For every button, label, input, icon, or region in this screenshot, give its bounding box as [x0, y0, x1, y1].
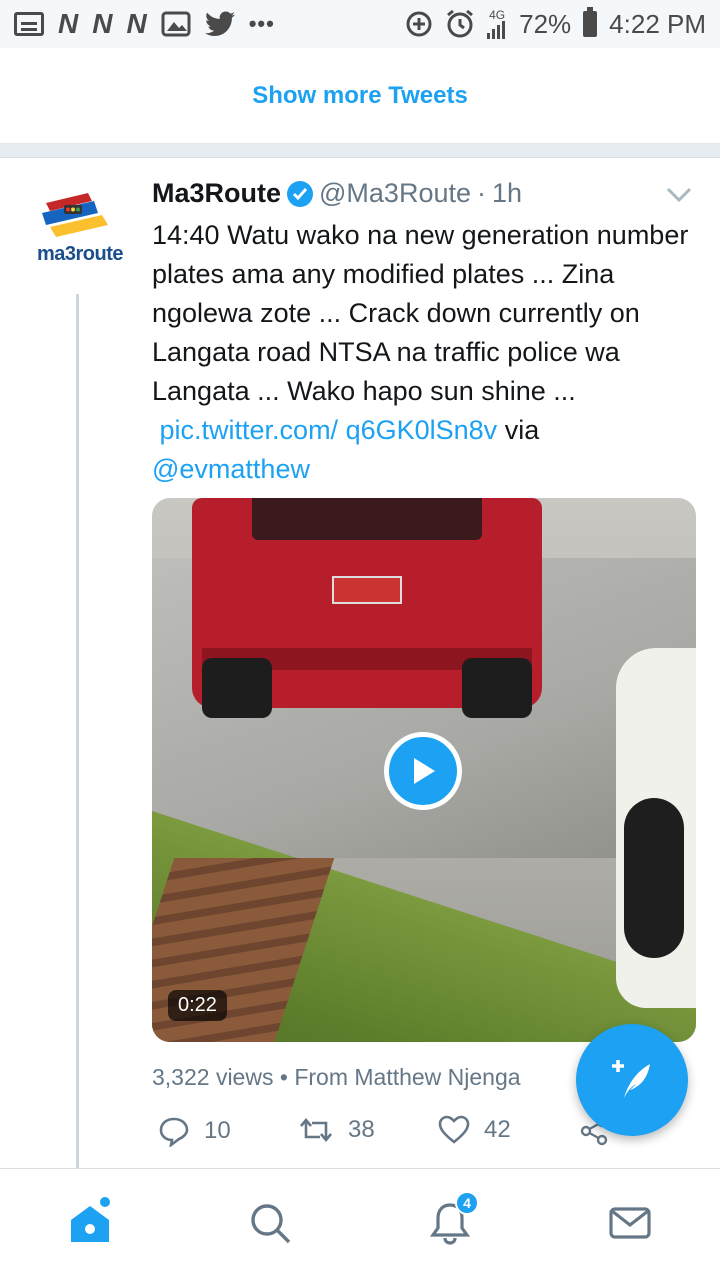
- signal-icon: 4G: [487, 9, 507, 39]
- status-bar: N N N ••• 4G 72% 4:22 PM: [0, 0, 720, 48]
- like-count: 42: [484, 1116, 511, 1143]
- more-dots-icon: •••: [248, 11, 275, 36]
- notifications-badge: 4: [455, 1191, 479, 1215]
- home-new-indicator: [100, 1197, 110, 1207]
- car-wheel: [202, 658, 272, 718]
- retweet-icon: [300, 1117, 332, 1143]
- status-bar-notifications: N N N •••: [14, 10, 275, 38]
- retweet-button[interactable]: 38: [298, 1115, 375, 1145]
- retweet-count: 38: [348, 1116, 375, 1143]
- video-frame-red-car: [192, 498, 542, 718]
- search-icon: [251, 1204, 291, 1244]
- play-icon: [414, 758, 435, 784]
- battery-icon: [583, 7, 598, 37]
- tweet-body: 14:40 Watu wako na new generation number…: [152, 220, 689, 406]
- tweet-actions: 10 38 42: [152, 1115, 622, 1155]
- network-type: 4G: [489, 8, 506, 22]
- home-icon: [71, 1206, 109, 1242]
- media-link-part1: pic.twitter.com/: [159, 415, 339, 445]
- n-icon: N: [58, 8, 79, 39]
- video-frame-white-car: [616, 648, 696, 1008]
- car-wheel: [462, 658, 532, 718]
- thread-line: [76, 294, 79, 1168]
- image-icon: [161, 11, 191, 37]
- compose-tweet-button[interactable]: [576, 1024, 688, 1136]
- heart-icon: [438, 1115, 470, 1144]
- chevron-down-icon[interactable]: [664, 184, 694, 206]
- tweet-media-link[interactable]: pic.twitter.com/ q6GK0lSn8v: [152, 415, 498, 445]
- avatar[interactable]: ma3route: [28, 185, 132, 285]
- verified-badge-icon: [287, 180, 314, 207]
- tweet-timestamp: 1h: [492, 178, 523, 208]
- compose-feather-icon: [612, 1060, 650, 1098]
- car-window: [252, 498, 482, 540]
- car-plate: [332, 576, 402, 604]
- bottom-navigation: 4: [0, 1168, 720, 1280]
- via-mention-link[interactable]: @evmatthew: [152, 454, 310, 484]
- tweet-author-name[interactable]: Ma3Route: [152, 178, 281, 209]
- reply-count: 10: [204, 1117, 231, 1144]
- status-bar-system: 4G 72% 4:22 PM: [405, 7, 706, 40]
- avatar-brand-text: ma3route: [36, 243, 124, 265]
- twitter-bird-icon: [204, 11, 235, 36]
- tweet-header: Ma3Route @Ma3Route · 1h: [152, 178, 522, 209]
- nav-messages[interactable]: [600, 1193, 660, 1253]
- twitter-app: N N N ••• 4G 72% 4:22 PM Show more Tweet…: [0, 0, 720, 1280]
- n-icon: N: [92, 8, 113, 39]
- data-saver-icon: [406, 11, 432, 37]
- video-meta: 3,322 views • From Matthew Njenga: [152, 1064, 521, 1091]
- tweet-text: 14:40 Watu wako na new generation number…: [152, 216, 692, 489]
- battery-percent: 72%: [519, 8, 572, 39]
- clock: 4:22 PM: [609, 8, 706, 39]
- nav-home[interactable]: [60, 1193, 120, 1253]
- show-more-tweets-button[interactable]: Show more Tweets: [0, 48, 720, 144]
- media-link-part2: q6GK0lSn8v: [345, 415, 498, 445]
- tweet-video[interactable]: 0:22: [152, 498, 696, 1042]
- timeline-divider: [0, 144, 720, 158]
- alarm-icon: [447, 9, 474, 38]
- reply-icon: [159, 1117, 189, 1147]
- via-text: via: [504, 415, 540, 445]
- view-count: 3,322 views: [152, 1064, 274, 1090]
- video-duration: 0:22: [168, 990, 227, 1021]
- n-icon: N: [126, 8, 147, 39]
- ma3route-logo-icon: [42, 193, 108, 237]
- message-icon: [14, 12, 44, 36]
- meta-bullet: •: [279, 1064, 288, 1090]
- tweet-author-handle[interactable]: @Ma3Route: [319, 178, 471, 209]
- video-source[interactable]: From Matthew Njenga: [294, 1064, 520, 1090]
- nav-notifications[interactable]: 4: [420, 1191, 480, 1253]
- show-more-tweets-label: Show more Tweets: [252, 81, 468, 109]
- nav-search[interactable]: [240, 1193, 300, 1253]
- play-button[interactable]: [384, 732, 462, 810]
- car-wheel: [624, 798, 684, 958]
- envelope-icon: [609, 1207, 651, 1239]
- header-separator: ·: [477, 178, 486, 208]
- reply-button[interactable]: 10: [158, 1115, 231, 1147]
- like-button[interactable]: 42: [438, 1115, 511, 1145]
